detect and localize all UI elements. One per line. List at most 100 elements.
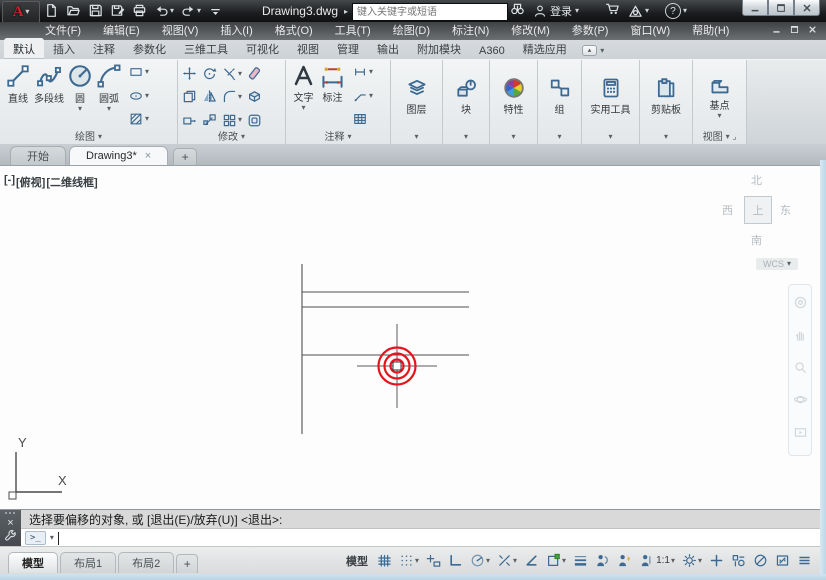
command-input-line[interactable]: >_ ▾ [21, 529, 826, 547]
drag-grip-icon[interactable] [5, 512, 17, 514]
save-as-button[interactable] [110, 3, 125, 18]
annotation-visibility-toggle[interactable] [595, 553, 610, 568]
a360-button[interactable]: ▾ [628, 4, 649, 19]
menu-窗口[interactable]: 窗口(W) [619, 22, 681, 40]
tool-polyline[interactable]: 多段线 [34, 63, 64, 130]
window-minimize-button[interactable] [742, 0, 768, 16]
tool-block[interactable]: 块 [443, 60, 489, 130]
ribbon-minimize-dropdown[interactable]: ▾ [600, 47, 604, 55]
new-layout-button[interactable]: + [176, 554, 198, 573]
viewport-menu[interactable]: [-] [4, 174, 15, 190]
search-expander-icon[interactable]: ▸ [344, 8, 348, 16]
tool-trim[interactable]: ▾ [222, 64, 242, 83]
panel-footer[interactable]: 视图▾⌟ [693, 130, 746, 144]
panel-footer[interactable]: ▾ [538, 130, 581, 144]
tool-dim-linear[interactable]: ▾ [353, 65, 373, 79]
sign-in-button[interactable]: 登录▾ [533, 3, 579, 19]
app-store-button[interactable] [605, 1, 620, 21]
ribbon-tab-注释[interactable]: 注释 [84, 38, 124, 59]
customize-command-line-button[interactable] [4, 529, 17, 547]
save-button[interactable] [88, 3, 103, 18]
ribbon-tab-视图[interactable]: 视图 [288, 38, 328, 59]
workspace-gear-toggle[interactable]: ▾ [682, 553, 702, 568]
file-tab-Drawing3*[interactable]: Drawing3*× [69, 146, 168, 165]
polar-tracking-toggle[interactable]: ▾ [470, 553, 490, 568]
undo-button[interactable]: ▾ [154, 3, 174, 18]
application-menu-button[interactable]: A ▾ [2, 1, 40, 23]
tool-properties[interactable]: 特性 [490, 60, 537, 130]
ribbon-tab-可视化[interactable]: 可视化 [237, 38, 288, 59]
tool-clipboard[interactable]: 剪贴板 [640, 60, 692, 130]
tool-ellipse[interactable]: ▾ [129, 89, 149, 103]
menu-帮助[interactable]: 帮助(H) [681, 22, 740, 40]
tool-copy[interactable] [182, 87, 197, 106]
layout-tab-模型[interactable]: 模型 [8, 552, 58, 573]
tool-line[interactable]: 直线 [5, 63, 31, 130]
annotation-monitor-toggle[interactable] [709, 553, 724, 568]
viewcube-east[interactable]: 东 [780, 202, 791, 218]
window-maximize-button[interactable] [768, 0, 794, 16]
ribbon-tab-三维工具[interactable]: 三维工具 [175, 38, 237, 59]
wcs-menu[interactable]: WCS▾ [756, 258, 798, 270]
redo-button[interactable]: ▾ [181, 3, 201, 18]
panel-footer[interactable]: ▾ [582, 130, 639, 144]
ribbon-tab-插入[interactable]: 插入 [44, 38, 84, 59]
tool-scale[interactable] [202, 111, 217, 130]
tool-utilities[interactable]: 实用工具 [582, 60, 639, 130]
panel-footer[interactable]: 绘图▾ [0, 130, 177, 144]
object-snap-toggle[interactable] [524, 553, 539, 568]
nav-motion-button[interactable] [793, 425, 808, 445]
tool-array[interactable]: ▾ [222, 111, 242, 130]
visual-style-menu[interactable]: [二维线框] [46, 174, 97, 190]
annotation-autoscale-toggle[interactable] [617, 553, 632, 568]
close-command-line-button[interactable]: × [7, 517, 13, 529]
panel-footer[interactable]: ▾ [490, 130, 537, 144]
new-drawing-tab-button[interactable]: + [173, 148, 197, 165]
annotation-scale-toggle[interactable]: 1:1▾ [639, 553, 675, 568]
file-new-button[interactable] [44, 3, 59, 18]
ortho-mode-toggle[interactable] [448, 553, 463, 568]
view-menu[interactable]: [俯视] [16, 174, 45, 190]
tool-mirror[interactable] [202, 87, 217, 106]
tool-arc[interactable]: 圆弧▾ [96, 63, 122, 130]
folder-open-button[interactable] [66, 3, 81, 18]
qat-customize-button[interactable] [208, 3, 223, 18]
tool-layers[interactable]: 图层 [391, 60, 442, 130]
tool-text[interactable]: 文字▾ [291, 63, 316, 130]
doc-restore-button[interactable] [789, 22, 800, 40]
panel-footer[interactable]: ▾ [391, 130, 442, 144]
tool-rotate[interactable] [202, 64, 217, 83]
tool-hatch[interactable]: ▾ [129, 112, 149, 126]
close-tab-icon[interactable]: × [145, 150, 151, 162]
isolate-objects-toggle[interactable] [731, 553, 746, 568]
object-snap-tracking-toggle[interactable]: ▾ [497, 553, 517, 568]
model-space-toggle[interactable]: 模型 [346, 553, 368, 569]
tool-circle[interactable]: 圆▾ [67, 63, 93, 130]
doc-close-button[interactable] [807, 22, 818, 40]
ribbon-tab-精选应用[interactable]: 精选应用 [514, 38, 576, 59]
viewcube-west[interactable]: 西 [722, 202, 733, 218]
search-button[interactable] [510, 1, 525, 21]
osnap-3d-toggle[interactable]: ▾ [546, 553, 566, 568]
drawing-area[interactable]: YX [-][俯视][二维线框] 北西东南上 WCS▾ [0, 165, 820, 510]
tool-erase[interactable] [247, 64, 262, 83]
tool-move[interactable] [182, 64, 197, 83]
viewcube-north[interactable]: 北 [751, 172, 762, 188]
ribbon-tab-A360[interactable]: A360 [470, 42, 514, 59]
help-button[interactable]: ?▾ [665, 3, 687, 19]
layout-tab-布局1[interactable]: 布局1 [60, 552, 116, 573]
printer-button[interactable] [132, 3, 147, 18]
viewcube-top[interactable]: 上 [744, 196, 772, 224]
infer-constraints-toggle[interactable] [426, 553, 441, 568]
ribbon-tab-默认[interactable]: 默认 [4, 38, 44, 59]
search-input[interactable] [352, 3, 508, 21]
tool-rectangle[interactable]: ▾ [129, 65, 149, 79]
ribbon-tab-管理[interactable]: 管理 [328, 38, 368, 59]
command-prompt-chip[interactable]: >_ [25, 531, 46, 545]
recent-commands-dropdown-icon[interactable]: ▾ [50, 534, 54, 542]
dialog-launcher-icon[interactable]: ⌟ [733, 133, 737, 141]
customize-menu-toggle[interactable] [797, 553, 812, 568]
file-tab-开始[interactable]: 开始 [10, 146, 66, 165]
clean-screen-toggle[interactable] [775, 553, 790, 568]
nav-wheel-button[interactable] [793, 295, 808, 315]
